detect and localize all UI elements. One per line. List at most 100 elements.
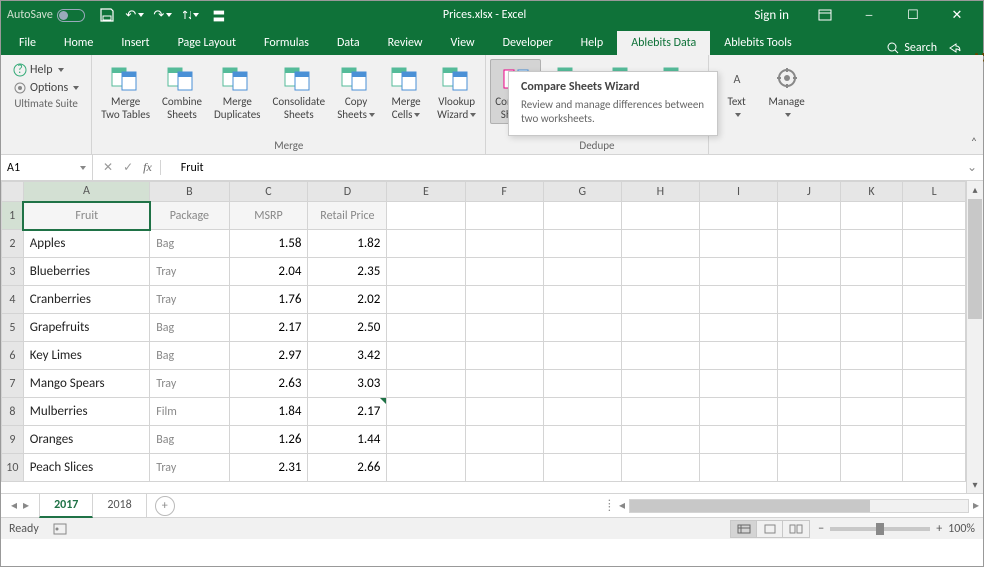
cell[interactable] [903, 370, 966, 398]
cell[interactable] [387, 454, 465, 482]
undo-icon[interactable]: ↶ [127, 7, 143, 23]
cell[interactable]: Apples [23, 230, 150, 258]
row-header-4[interactable]: 4 [2, 286, 24, 314]
zoom-slider[interactable] [830, 527, 930, 531]
combine-sheets-button[interactable]: CombineSheets [157, 59, 207, 124]
copy-sheets-button[interactable]: CopySheets [332, 59, 380, 124]
cell[interactable]: Tray [150, 286, 229, 314]
cell[interactable] [465, 314, 543, 342]
cell[interactable] [543, 314, 621, 342]
expand-formula-icon[interactable]: ⌄ [961, 160, 983, 175]
tab-page-layout[interactable]: Page Layout [164, 31, 250, 55]
minimize-icon[interactable]: ─ [849, 1, 889, 29]
tab-formulas[interactable]: Formulas [250, 31, 323, 55]
scroll-up-icon[interactable]: ▴ [967, 181, 983, 198]
cell[interactable] [699, 370, 777, 398]
macro-record-icon[interactable] [53, 523, 67, 535]
text-button[interactable]: AText [713, 59, 761, 124]
cell[interactable] [903, 342, 966, 370]
cell[interactable] [387, 398, 465, 426]
cell[interactable] [465, 342, 543, 370]
col-header-F[interactable]: F [465, 182, 543, 202]
cell[interactable]: 2.02 [308, 286, 387, 314]
cell[interactable] [621, 230, 699, 258]
cell[interactable] [778, 398, 841, 426]
cell[interactable]: Mulberries [23, 398, 150, 426]
tab-developer[interactable]: Developer [489, 31, 567, 55]
cell[interactable]: Cranberries [23, 286, 150, 314]
cell[interactable] [840, 454, 903, 482]
view-normal-icon[interactable] [731, 521, 757, 537]
cell[interactable] [465, 202, 543, 230]
cell[interactable] [699, 398, 777, 426]
horizontal-scrollbar[interactable] [629, 499, 969, 513]
manage-button[interactable]: Manage [763, 59, 811, 124]
view-pagelayout-icon[interactable] [757, 521, 783, 537]
name-box[interactable]: A1 [1, 155, 93, 180]
cell[interactable]: 2.97 [229, 342, 308, 370]
cell[interactable]: Tray [150, 370, 229, 398]
merge-two-tables-button[interactable]: MergeTwo Tables [96, 59, 155, 124]
cell[interactable]: 2.31 [229, 454, 308, 482]
cell[interactable]: 1.84 [229, 398, 308, 426]
share-icon[interactable] [947, 41, 961, 55]
row-header-3[interactable]: 3 [2, 258, 24, 286]
tab-insert[interactable]: Insert [107, 31, 163, 55]
cell[interactable] [778, 230, 841, 258]
hscroll-left-icon[interactable]: ◂ [619, 498, 625, 513]
cell[interactable] [465, 286, 543, 314]
row-header-8[interactable]: 8 [2, 398, 24, 426]
cell[interactable] [465, 230, 543, 258]
cell[interactable] [543, 258, 621, 286]
cell[interactable] [621, 286, 699, 314]
signin-button[interactable]: Sign in [742, 1, 801, 29]
zoom-value[interactable]: 100% [948, 522, 975, 536]
sort-icon[interactable] [183, 7, 199, 23]
redo-icon[interactable]: ↷ [155, 7, 171, 23]
cell[interactable]: Film [150, 398, 229, 426]
cell[interactable]: 1.26 [229, 426, 308, 454]
cell[interactable] [903, 286, 966, 314]
row-header-10[interactable]: 10 [2, 454, 24, 482]
cell[interactable] [621, 426, 699, 454]
cell[interactable]: Key Limes [23, 342, 150, 370]
cell[interactable]: Blueberries [23, 258, 150, 286]
cell[interactable] [840, 258, 903, 286]
cell[interactable] [840, 286, 903, 314]
col-header-C[interactable]: C [229, 182, 308, 202]
sheet-nav-next-icon[interactable]: ▸ [23, 498, 29, 513]
customize-qat-icon[interactable]: 〓 [211, 7, 227, 23]
header-cell[interactable]: Retail Price [308, 202, 387, 230]
merge-duplicates-button[interactable]: MergeDuplicates [209, 59, 265, 124]
cell[interactable] [543, 426, 621, 454]
header-cell[interactable]: Package [150, 202, 229, 230]
cell[interactable] [543, 370, 621, 398]
col-header-G[interactable]: G [543, 182, 621, 202]
cell[interactable] [903, 202, 966, 230]
close-icon[interactable]: ✕ [937, 1, 977, 29]
cell[interactable] [840, 314, 903, 342]
cell[interactable] [778, 286, 841, 314]
cell[interactable] [903, 314, 966, 342]
cell[interactable]: Tray [150, 454, 229, 482]
tab-help[interactable]: Help [567, 31, 618, 55]
cell[interactable]: Bag [150, 230, 229, 258]
col-header-B[interactable]: B [150, 182, 229, 202]
cell[interactable]: Peach Slices [23, 454, 150, 482]
grid-table[interactable]: ABCDEFGHIJKL1FruitPackageMSRPRetail Pric… [1, 181, 966, 482]
col-header-E[interactable]: E [387, 182, 465, 202]
cell[interactable] [387, 258, 465, 286]
cell[interactable] [778, 342, 841, 370]
cell[interactable] [840, 202, 903, 230]
cell[interactable] [387, 370, 465, 398]
merge-cells-button[interactable]: MergeCells [382, 59, 430, 124]
vertical-scrollbar[interactable]: ▴ ▾ [966, 181, 983, 493]
row-header-2[interactable]: 2 [2, 230, 24, 258]
cell[interactable] [621, 370, 699, 398]
view-pagebreak-icon[interactable] [783, 521, 809, 537]
cell[interactable] [465, 370, 543, 398]
search-button[interactable]: Search [887, 41, 937, 55]
cell[interactable] [387, 286, 465, 314]
col-header-L[interactable]: L [903, 182, 966, 202]
cell[interactable] [778, 314, 841, 342]
